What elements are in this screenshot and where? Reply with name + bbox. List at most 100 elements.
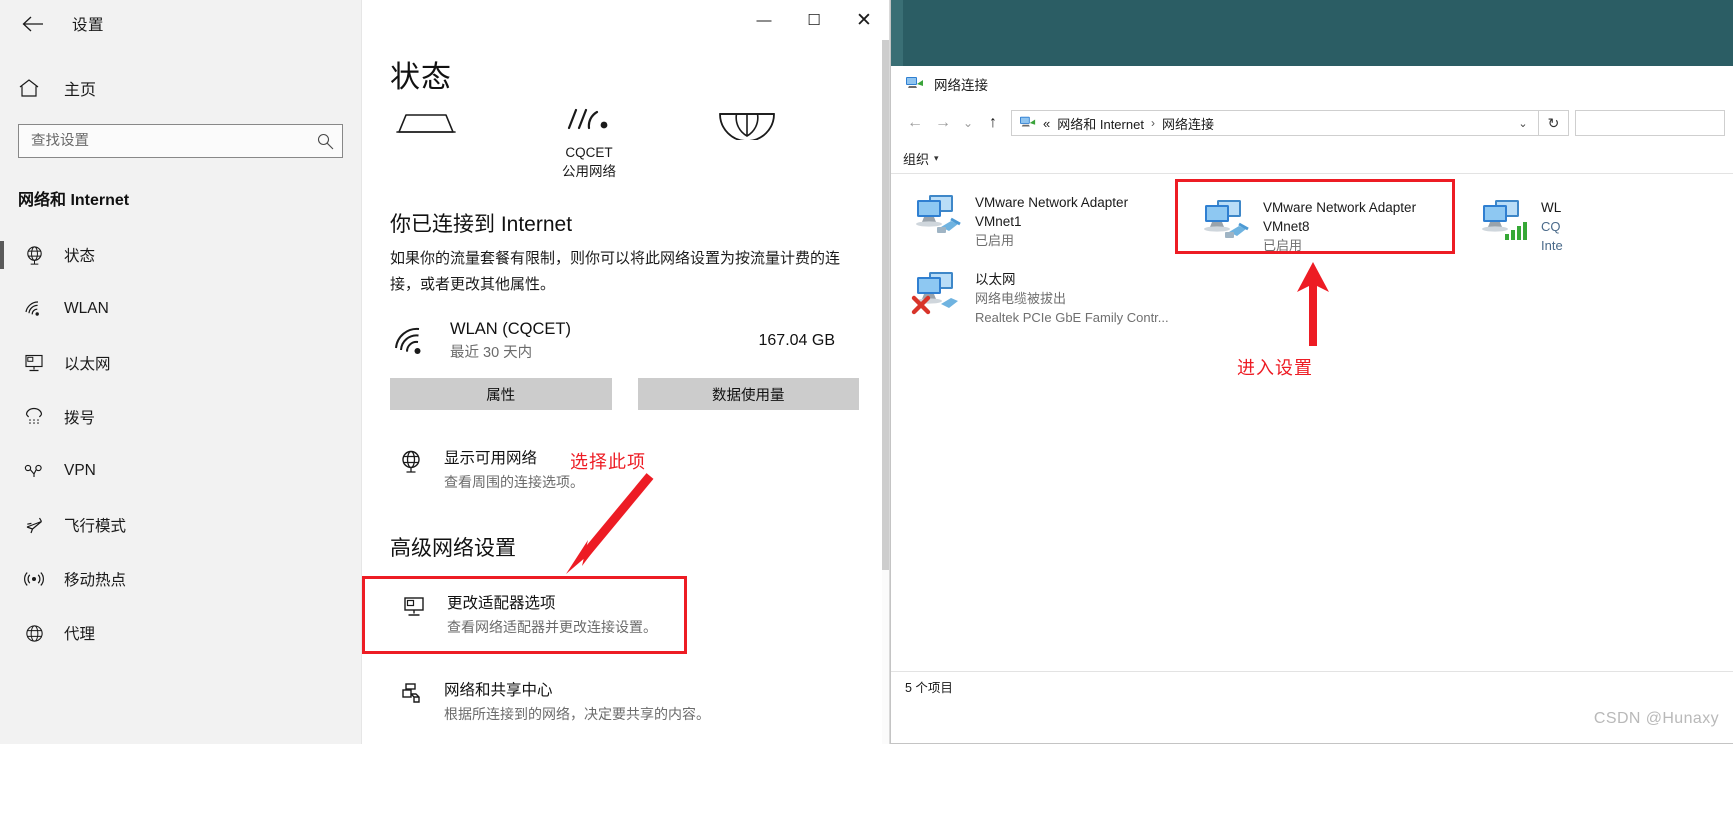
list-item[interactable]: VMware Network Adapter VMnet1 已启用	[905, 184, 1177, 257]
wifi-icon	[390, 326, 436, 356]
explorer-top-band	[891, 0, 1733, 66]
connection-info: WLAN (CQCET) 最近 30 天内	[450, 320, 759, 362]
sidebar-item-label: 移动热点	[64, 572, 127, 589]
organize-button[interactable]: 组织 ▾	[903, 149, 939, 168]
adapter-status: Inte	[1541, 238, 1563, 253]
airplane-icon	[18, 515, 50, 535]
globe-internet-icon	[716, 106, 778, 145]
data-usage-button[interactable]: 数据使用量	[637, 378, 859, 410]
sidebar-item-vpn[interactable]: VPN	[0, 444, 361, 498]
vmnet8-selection-highlight	[1175, 179, 1455, 254]
network-sharing-center-text: 网络和共享中心 根据所连接到的网络，决定要共享的内容。	[444, 678, 710, 724]
explorer-band-accent	[891, 0, 903, 66]
network-connections-icon	[905, 75, 925, 93]
sidebar-item-status[interactable]: 状态	[0, 228, 361, 282]
dialup-icon	[18, 407, 50, 427]
network-sharing-center-item[interactable]: 网络和共享中心 根据所连接到的网络，决定要共享的内容。	[390, 678, 859, 724]
up-button[interactable]: ↑	[979, 109, 1007, 137]
chevron-down-icon[interactable]: ⌄	[1512, 117, 1534, 130]
network-connections-window: 网络连接 ← → ⌄ ↑ « 网络和 Internet › 网络连接 ⌄ ↻ 组…	[890, 0, 1733, 744]
annotation-enter-settings: 进入设置	[1237, 358, 1313, 378]
recent-locations-button[interactable]: ⌄	[957, 109, 979, 137]
search-input[interactable]	[31, 133, 316, 149]
maximize-button[interactable]: ☐	[789, 0, 839, 40]
address-bar[interactable]: « 网络和 Internet › 网络连接 ⌄	[1011, 110, 1539, 136]
settings-sidebar: 设置 主页 网络和 Internet	[0, 0, 362, 744]
annotation-arrow-settings	[566, 473, 654, 574]
explorer-toolbar: 组织 ▾	[891, 144, 1733, 174]
search-settings-box[interactable]	[18, 124, 343, 158]
diagram-internet	[716, 106, 778, 145]
organize-label: 组织	[903, 152, 930, 167]
properties-button[interactable]: 属性	[390, 378, 612, 410]
forward-button[interactable]: →	[929, 109, 957, 137]
breadcrumb: « 网络和 Internet › 网络连接	[1043, 114, 1512, 133]
chevron-down-icon: ▾	[934, 153, 939, 163]
adapter-line2: VMnet1	[975, 214, 1022, 229]
home-icon	[18, 78, 52, 98]
back-arrow-icon[interactable]	[14, 7, 52, 41]
back-button[interactable]: ←	[901, 109, 929, 137]
list-item[interactable]: WL CQ Inte	[1459, 184, 1609, 262]
sidebar-item-proxy[interactable]: 代理	[0, 606, 361, 660]
explorer-status-bar: 5 个项目	[891, 671, 1733, 701]
sidebar-item-label: 状态	[64, 248, 96, 265]
breadcrumb-item-0[interactable]: 网络和 Internet	[1057, 114, 1144, 133]
change-adapter-options-text: 更改适配器选项 查看网络适配器并更改连接设置。	[447, 591, 657, 637]
screenshot-root: 设置 主页 网络和 Internet	[0, 0, 1733, 818]
adapter-text: 以太网 网络电缆被拔出 Realtek PCIe GbE Family Cont…	[975, 268, 1169, 327]
adapter-line1: VMware Network Adapter	[975, 195, 1129, 210]
item-subtitle: 查看网络适配器并更改连接设置。	[447, 619, 657, 635]
adapter-line2: CQ	[1541, 219, 1561, 234]
ethernet-icon	[18, 353, 50, 373]
adapter-line1: WL	[1541, 200, 1562, 215]
minimize-button[interactable]: —	[739, 0, 789, 40]
item-count: 5 个项目	[905, 681, 953, 695]
connected-title: 你已连接到 Internet	[390, 213, 573, 236]
refresh-button[interactable]: ↻	[1539, 110, 1569, 136]
settings-window-controls: — ☐ ✕	[739, 0, 889, 40]
watermark: CSDN @Hunaxy	[1593, 710, 1719, 727]
breadcrumb-item-1[interactable]: 网络连接	[1162, 114, 1214, 133]
sidebar-item-label: 拨号	[64, 410, 96, 427]
connection-action-buttons: 属性 数据使用量	[390, 378, 859, 410]
item-title: 显示可用网络	[444, 450, 538, 467]
network-connections-icon	[1019, 115, 1037, 131]
sidebar-item-ethernet[interactable]: 以太网	[0, 336, 361, 390]
sidebar-item-wlan[interactable]: WLAN	[0, 282, 361, 336]
explorer-content: VMware Network Adapter VMnet1 已启用 以太网 网络…	[891, 174, 1733, 701]
sidebar-item-label: WLAN	[64, 300, 109, 317]
sidebar-nav-list: 状态 WLAN 以太网 拨号 VPN 飞行模式 移动热点 代理	[0, 228, 361, 660]
item-title: 更改适配器选项	[447, 595, 556, 612]
diagram-device	[390, 106, 462, 145]
breadcrumb-separator: ›	[1150, 116, 1155, 130]
adapter-status: Realtek PCIe GbE Family Contr...	[975, 310, 1169, 325]
wireless-adapter-icon	[1477, 196, 1533, 246]
sidebar-item-airplane-mode[interactable]: 飞行模式	[0, 498, 361, 552]
adapter-text: VMware Network Adapter VMnet1 已启用	[975, 191, 1128, 250]
annotation-arrow-explorer	[1297, 262, 1329, 346]
change-adapter-options-highlight: 更改适配器选项 查看网络适配器并更改连接设置。	[362, 576, 687, 654]
adapter-monitor-icon	[393, 591, 435, 620]
network-adapter-icon	[911, 191, 967, 241]
list-item[interactable]: 以太网 网络电缆被拔出 Realtek PCIe GbE Family Cont…	[905, 261, 1177, 334]
close-button[interactable]: ✕	[839, 0, 889, 40]
sidebar-item-dialup[interactable]: 拨号	[0, 390, 361, 444]
sidebar-item-mobile-hotspot[interactable]: 移动热点	[0, 552, 361, 606]
settings-titlebar-left: 设置	[0, 0, 361, 48]
explorer-navbar: ← → ⌄ ↑ « 网络和 Internet › 网络连接 ⌄ ↻	[891, 102, 1733, 144]
page-bottom-area	[0, 744, 1733, 818]
change-adapter-options-item[interactable]: 更改适配器选项 查看网络适配器并更改连接设置。	[393, 591, 684, 637]
settings-scrollbar[interactable]	[882, 40, 889, 744]
search-input[interactable]	[1575, 110, 1725, 136]
sidebar-home-label: 主页	[64, 82, 97, 99]
connection-period: 最近 30 天内	[450, 345, 533, 361]
sidebar-item-label: 代理	[64, 626, 96, 643]
search-icon[interactable]	[316, 132, 334, 150]
globe-icon	[18, 245, 50, 266]
item-subtitle: 根据所连接到的网络，决定要共享的内容。	[444, 706, 710, 722]
network-status-diagram: CQCET 公用网络	[390, 106, 859, 202]
sidebar-item-home[interactable]: 主页	[0, 68, 361, 108]
sidebar-item-label: 以太网	[64, 356, 111, 373]
scrollbar-thumb[interactable]	[882, 40, 889, 570]
